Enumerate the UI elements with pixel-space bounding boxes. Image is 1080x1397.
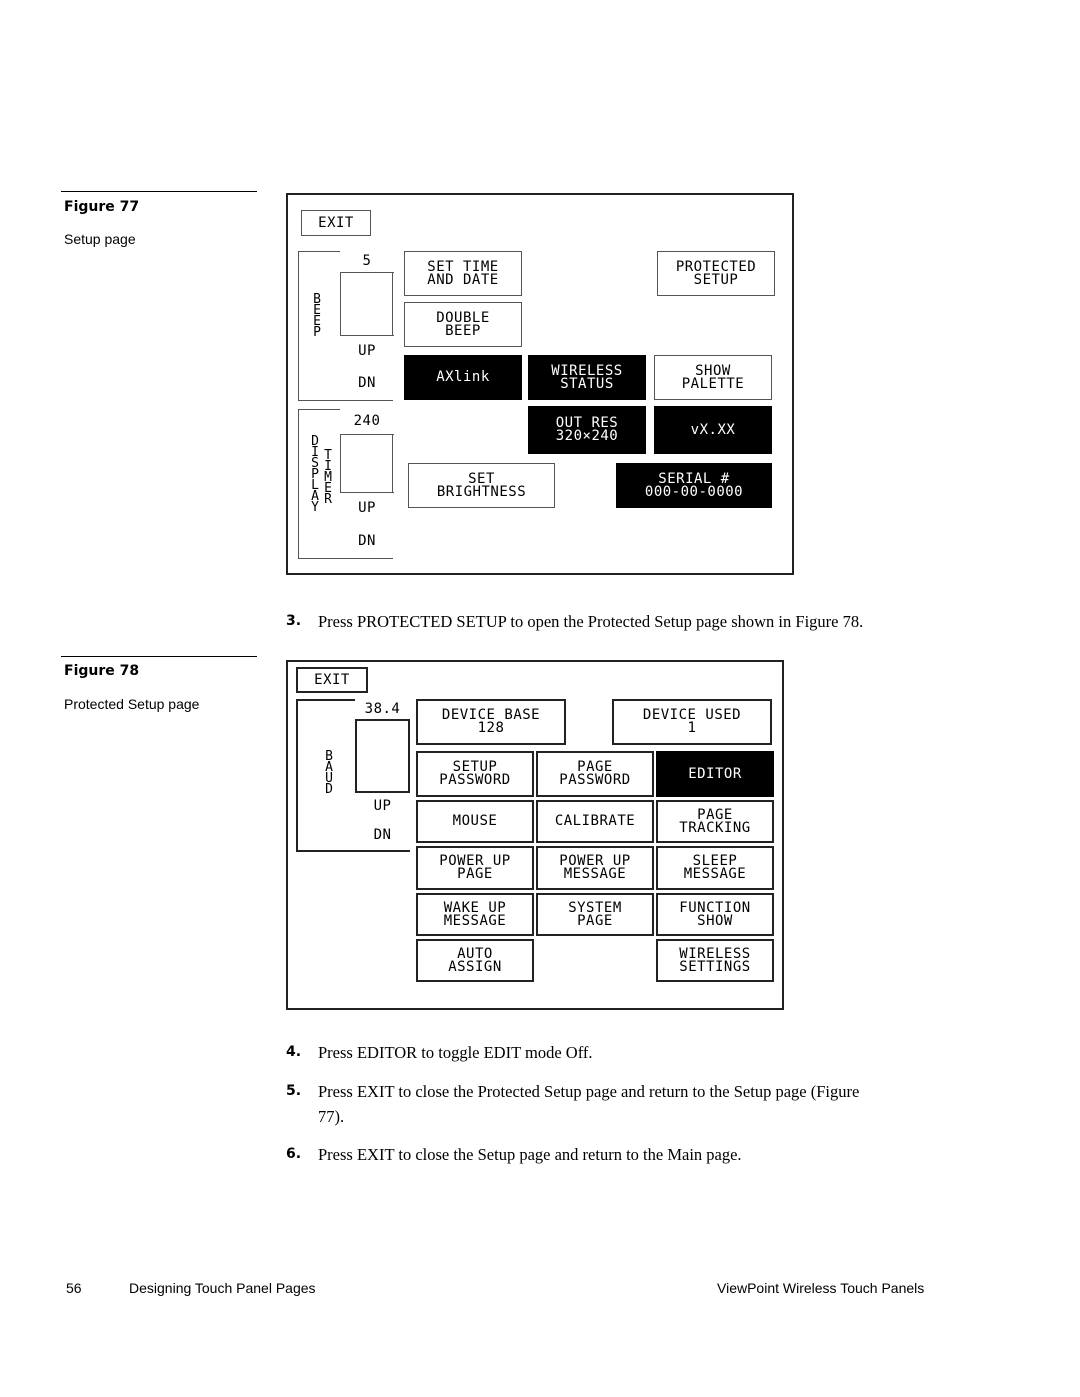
footer-section: Designing Touch Panel Pages <box>129 1280 316 1296</box>
wireless-settings-button[interactable]: WIRELESS SETTINGS <box>656 939 774 982</box>
calibrate-button[interactable]: CALIBRATE <box>536 800 654 843</box>
baud-label: BAUD <box>325 749 333 797</box>
step-number: 5. <box>286 1083 302 1099</box>
page-number: 56 <box>66 1280 82 1296</box>
power-up-message-button[interactable]: POWER UP MESSAGE <box>536 846 654 890</box>
figure-77-title: Figure 77 <box>64 199 140 215</box>
wireless-status-button[interactable]: WIRELESS STATUS <box>528 355 646 400</box>
baud-value: 38.4 <box>355 699 410 721</box>
beep-up-button[interactable]: UP <box>340 335 394 367</box>
protected-setup-button[interactable]: PROTECTED SETUP <box>657 251 775 296</box>
device-used-button[interactable]: DEVICE USED 1 <box>612 699 772 745</box>
page-tracking-button[interactable]: PAGE TRACKING <box>656 800 774 843</box>
power-up-page-button[interactable]: POWER UP PAGE <box>416 846 534 890</box>
step-number: 3. <box>286 613 302 629</box>
step-text: Press EXIT to close the Setup page and r… <box>318 1145 742 1164</box>
version-button[interactable]: vX.XX <box>654 406 772 454</box>
timer-label: TIMER <box>324 448 332 507</box>
set-time-date-button[interactable]: SET TIME AND DATE <box>404 251 522 296</box>
step-number: 4. <box>286 1044 302 1060</box>
axlink-button[interactable]: AXlink <box>404 355 522 400</box>
figure-77-caption: Setup page <box>64 231 136 247</box>
show-palette-button[interactable]: SHOW PALETTE <box>654 355 772 400</box>
double-beep-button[interactable]: DOUBLE BEEP <box>404 302 522 347</box>
footer-book-title: ViewPoint Wireless Touch Panels <box>717 1280 925 1296</box>
setup-password-button[interactable]: SETUP PASSWORD <box>416 751 534 797</box>
display-timer-up-button[interactable]: UP <box>340 492 394 525</box>
figure-78-title: Figure 78 <box>64 663 140 679</box>
baud-group: BAUD 38.4 UP DN <box>296 699 410 852</box>
display-label: DISPLAY <box>311 434 319 515</box>
step-text: Press EDITOR to toggle EDIT mode Off. <box>318 1043 593 1062</box>
protected-setup-page-panel: EXIT BAUD 38.4 UP DN DEVICE BASE 128 DEV… <box>286 660 784 1010</box>
serial-number-display: SERIAL # 000-00-0000 <box>616 463 772 508</box>
system-page-button[interactable]: SYSTEM PAGE <box>536 893 654 936</box>
beep-label: BEEP <box>313 292 321 340</box>
figure-78-rule <box>61 656 257 657</box>
editor-button[interactable]: EDITOR <box>656 751 774 797</box>
exit-button[interactable]: EXIT <box>296 667 368 693</box>
device-base-button[interactable]: DEVICE BASE 128 <box>416 699 566 745</box>
beep-value: 5 <box>340 251 394 273</box>
function-show-button[interactable]: FUNCTION SHOW <box>656 893 774 936</box>
display-timer-dn-button[interactable]: DN <box>340 524 394 558</box>
mouse-button[interactable]: MOUSE <box>416 800 534 843</box>
auto-assign-button[interactable]: AUTO ASSIGN <box>416 939 534 982</box>
figure-77-rule <box>61 191 257 192</box>
display-timer-group: DISPLAY TIMER 240 UP DN <box>298 409 394 559</box>
set-brightness-button[interactable]: SET BRIGHTNESS <box>408 463 555 508</box>
setup-page-panel: EXIT BEEP 5 UP DN DISPLAY TIMER 240 UP D… <box>286 193 794 575</box>
exit-button[interactable]: EXIT <box>301 210 371 236</box>
sleep-message-button[interactable]: SLEEP MESSAGE <box>656 846 774 890</box>
step-number: 6. <box>286 1146 302 1162</box>
out-res-button[interactable]: OUT RES 320×240 <box>528 406 646 454</box>
step-text: Press EXIT to close the Protected Setup … <box>318 1082 860 1126</box>
wake-up-message-button[interactable]: WAKE UP MESSAGE <box>416 893 534 936</box>
display-timer-value: 240 <box>340 409 394 435</box>
step-text: Press PROTECTED SETUP to open the Protec… <box>318 612 864 631</box>
beep-group: BEEP 5 UP DN <box>298 251 394 401</box>
baud-dn-button[interactable]: DN <box>355 820 410 850</box>
figure-78-caption: Protected Setup page <box>64 696 200 712</box>
beep-dn-button[interactable]: DN <box>340 366 394 400</box>
baud-up-button[interactable]: UP <box>355 791 410 822</box>
page-password-button[interactable]: PAGE PASSWORD <box>536 751 654 797</box>
